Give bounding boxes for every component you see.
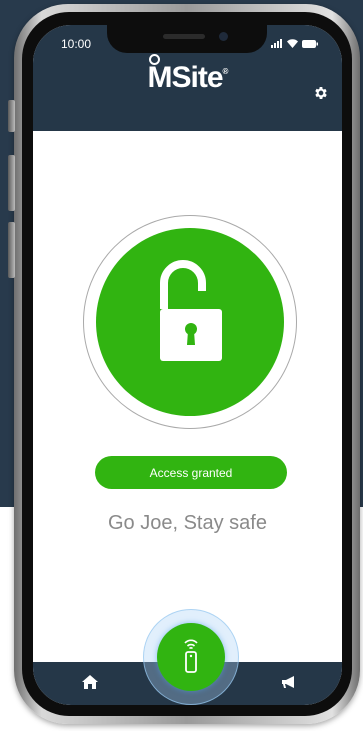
gear-icon[interactable] <box>313 85 329 101</box>
signal-icon <box>271 39 282 48</box>
home-icon[interactable] <box>81 674 99 690</box>
status-time: 10:00 <box>61 37 92 51</box>
battery-icon <box>302 39 318 48</box>
phone-notch <box>107 25 267 53</box>
greeting-text: Go Joe, Stay safe <box>108 512 267 534</box>
status-icons <box>271 39 318 48</box>
access-status-text: Access granted <box>149 465 233 480</box>
wifi-icon <box>287 39 298 48</box>
access-status-badge: Access granted <box>95 456 287 489</box>
msite-logo: MSite® <box>33 61 342 95</box>
open-padlock-icon <box>160 260 222 361</box>
volume-up-button <box>8 155 15 211</box>
remote-fob-icon <box>184 639 198 673</box>
speaker-grille <box>163 34 205 39</box>
megaphone-icon[interactable] <box>280 674 298 690</box>
logo-registered-mark: ® <box>222 67 229 76</box>
logo-text: MSite <box>147 61 224 94</box>
front-camera <box>219 32 228 41</box>
mute-switch <box>8 100 15 132</box>
volume-down-button <box>8 222 15 278</box>
app-screen: 10:00 MSite® Access granted Go Joe, Stay… <box>33 25 342 705</box>
